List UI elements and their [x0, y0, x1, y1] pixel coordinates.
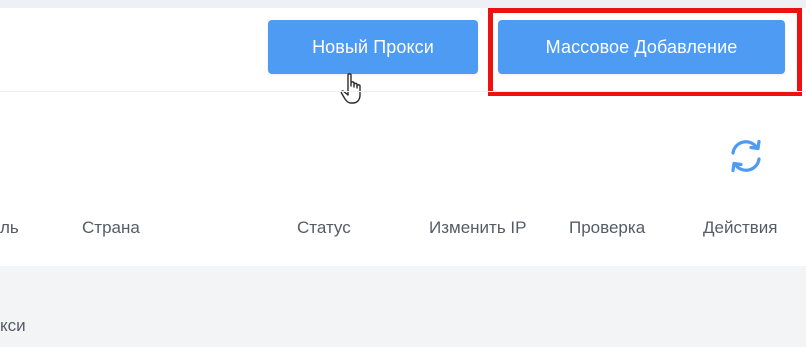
column-header[interactable]: ль [0, 218, 19, 238]
empty-state-text: кси [0, 316, 26, 335]
column-header-status[interactable]: Статус [297, 218, 351, 238]
refresh-icon[interactable] [726, 136, 766, 176]
column-header-country[interactable]: Страна [82, 218, 140, 238]
top-strip [0, 0, 806, 8]
table-body: кси [0, 266, 806, 347]
table-header: ль Страна Статус Изменить IP Проверка Де… [0, 212, 806, 244]
proxy-page: Новый Прокси Массовое Добавление ль Стра… [0, 0, 806, 347]
column-header-actions[interactable]: Действия [703, 218, 777, 238]
column-header-check[interactable]: Проверка [569, 218, 645, 238]
bulk-add-button[interactable]: Массовое Добавление [498, 20, 785, 74]
column-header-change-ip[interactable]: Изменить IP [429, 218, 526, 238]
new-proxy-button[interactable]: Новый Прокси [268, 20, 478, 74]
toolbar-divider [0, 91, 806, 92]
hand-pointer-icon [340, 73, 361, 104]
